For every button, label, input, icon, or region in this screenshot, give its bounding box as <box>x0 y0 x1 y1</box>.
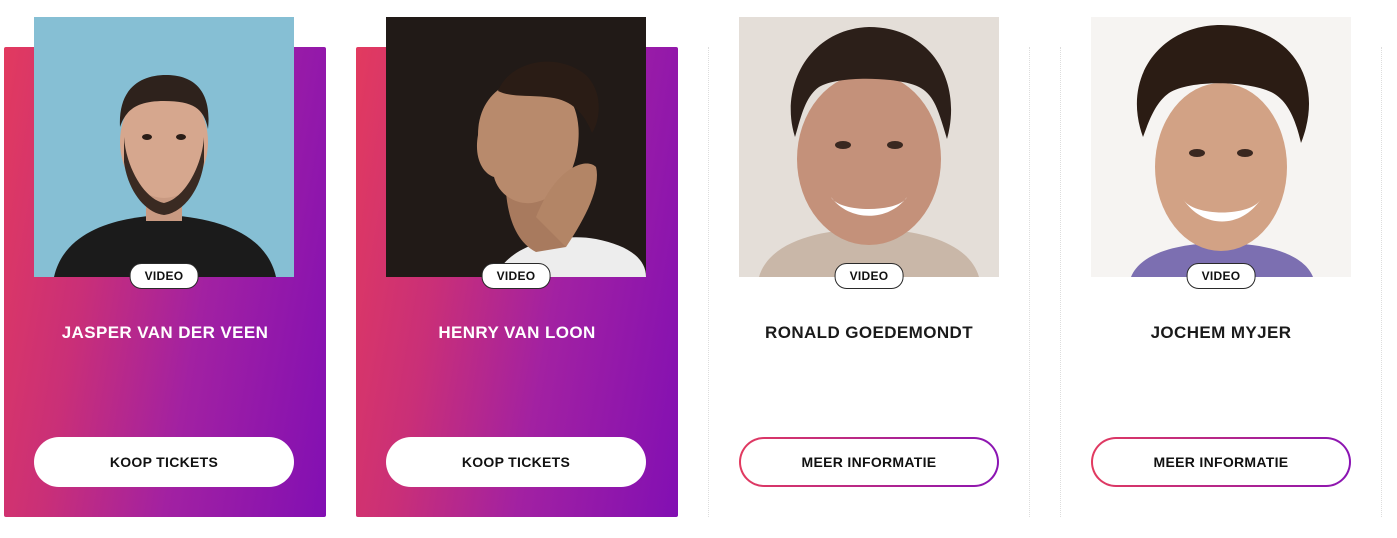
artist-photo-image <box>1091 17 1351 277</box>
artist-card-henry[interactable]: VIDEO HENRY VAN LOON KOOP TICKETS <box>356 17 678 517</box>
buy-tickets-button[interactable]: KOOP TICKETS <box>386 437 646 487</box>
artist-photo[interactable] <box>739 17 999 277</box>
buy-tickets-button[interactable]: KOOP TICKETS <box>34 437 294 487</box>
video-button[interactable]: VIDEO <box>129 263 199 289</box>
artist-photo-image <box>34 17 294 277</box>
artist-name[interactable]: JOCHEM MYJER <box>1061 323 1381 343</box>
artist-name[interactable]: RONALD GOEDEMONDT <box>709 323 1029 343</box>
artist-card-ronald[interactable]: VIDEO RONALD GOEDEMONDT MEER INFORMATIE <box>708 17 1030 517</box>
artist-photo[interactable] <box>386 17 646 277</box>
artist-photo-image <box>739 17 999 277</box>
video-button[interactable]: VIDEO <box>1186 263 1256 289</box>
artist-photo[interactable] <box>1091 17 1351 277</box>
artist-card-jasper[interactable]: VIDEO JASPER VAN DER VEEN KOOP TICKETS <box>4 17 326 517</box>
more-info-button[interactable]: MEER INFORMATIE <box>739 437 999 487</box>
video-button[interactable]: VIDEO <box>834 263 904 289</box>
artist-photo[interactable] <box>34 17 294 277</box>
artist-name[interactable]: HENRY VAN LOON <box>356 323 678 343</box>
artist-card-jochem[interactable]: VIDEO JOCHEM MYJER MEER INFORMATIE <box>1060 17 1382 517</box>
artist-photo-image <box>386 17 646 277</box>
more-info-button[interactable]: MEER INFORMATIE <box>1091 437 1351 487</box>
video-button[interactable]: VIDEO <box>481 263 551 289</box>
artist-name[interactable]: JASPER VAN DER VEEN <box>4 323 326 343</box>
